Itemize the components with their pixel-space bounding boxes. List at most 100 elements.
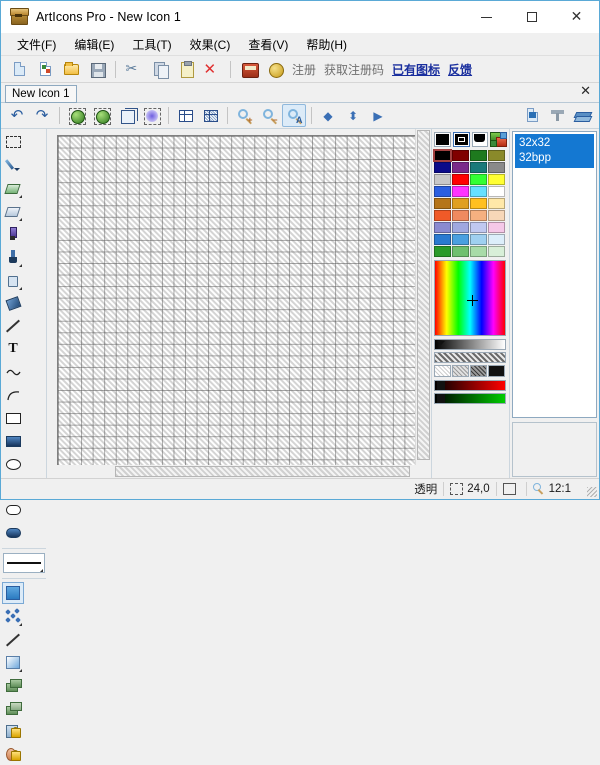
color-swatch[interactable] xyxy=(488,198,505,209)
menu-file[interactable]: 文件(F) xyxy=(8,34,65,55)
color-swatch[interactable] xyxy=(452,150,469,161)
minimize-button[interactable] xyxy=(464,1,509,33)
tool-color-fill[interactable] xyxy=(2,582,24,604)
color-swatch[interactable] xyxy=(452,186,469,197)
color-swatch[interactable] xyxy=(434,234,451,245)
color-mode-solid[interactable] xyxy=(434,132,451,147)
3d-view-button[interactable] xyxy=(114,104,138,127)
existing-icons-link[interactable]: 已有图标 xyxy=(389,61,443,78)
tool-pencil[interactable] xyxy=(2,154,24,176)
color-swatch[interactable] xyxy=(470,198,487,209)
tool-rounded-rect-filled[interactable] xyxy=(2,522,24,544)
color-swatch[interactable] xyxy=(434,210,451,221)
tool-paint-bucket[interactable] xyxy=(2,292,24,314)
close-document-icon[interactable]: ✕ xyxy=(580,85,591,99)
open-button[interactable] xyxy=(59,57,83,81)
save-image-button[interactable] xyxy=(520,104,544,127)
color-swatch[interactable] xyxy=(434,174,451,185)
pattern-solid-black[interactable] xyxy=(488,365,505,377)
feedback-link[interactable]: 反馈 xyxy=(445,61,475,78)
color-swatch[interactable] xyxy=(488,246,505,257)
menu-effects[interactable]: 效果(C) xyxy=(181,34,240,55)
color-swatch[interactable] xyxy=(488,210,505,221)
pan-horizontal-button[interactable]: ◆ xyxy=(316,104,340,127)
color-swatch[interactable] xyxy=(434,186,451,197)
fore-back-swatch-icon[interactable] xyxy=(490,132,508,147)
tool-eraser[interactable] xyxy=(2,200,24,222)
color-swatch[interactable] xyxy=(452,210,469,221)
menu-view[interactable]: 查看(V) xyxy=(239,34,297,55)
crop-button[interactable] xyxy=(545,104,569,127)
doc-tab-new-icon-1[interactable]: New Icon 1 xyxy=(5,84,77,103)
select-image-button[interactable] xyxy=(64,104,88,127)
transparency-grid[interactable] xyxy=(58,136,426,472)
register-button[interactable] xyxy=(237,57,261,81)
color-mode-gradient[interactable] xyxy=(471,132,489,147)
color-swatch[interactable] xyxy=(488,222,505,233)
pattern-dark[interactable] xyxy=(470,365,487,377)
tool-lock-color[interactable] xyxy=(2,743,24,765)
tool-wave[interactable] xyxy=(2,361,24,383)
get-code-label[interactable]: 获取注册码 xyxy=(321,61,387,78)
tool-brush[interactable] xyxy=(2,246,24,268)
zoom-fit-button[interactable]: A xyxy=(282,104,306,127)
tool-line[interactable] xyxy=(2,315,24,337)
close-button[interactable]: ✕ xyxy=(554,1,599,33)
copy-button[interactable] xyxy=(148,57,172,81)
new-icon-button[interactable] xyxy=(7,57,31,81)
tool-text[interactable]: T xyxy=(2,338,24,360)
color-swatch[interactable] xyxy=(470,246,487,257)
color-swatch[interactable] xyxy=(452,198,469,209)
color-swatch[interactable] xyxy=(452,222,469,233)
color-swatch[interactable] xyxy=(434,222,451,233)
pattern-gradient-bar[interactable] xyxy=(434,352,506,363)
tool-smudge[interactable] xyxy=(2,628,24,650)
color-swatch[interactable] xyxy=(488,162,505,173)
color-swatch[interactable] xyxy=(452,162,469,173)
color-mode-outline[interactable] xyxy=(452,132,470,147)
cut-button[interactable]: ✂ xyxy=(122,57,146,81)
color-swatch[interactable] xyxy=(470,222,487,233)
pattern-medium[interactable] xyxy=(452,365,469,377)
delete-button[interactable]: ✕ xyxy=(200,57,224,81)
tool-eraser-green[interactable] xyxy=(2,177,24,199)
icon-canvas[interactable] xyxy=(57,135,427,473)
tool-rectangle[interactable] xyxy=(2,407,24,429)
menu-tools[interactable]: 工具(T) xyxy=(123,34,180,55)
tool-rounded-rect[interactable] xyxy=(2,499,24,521)
color-swatch[interactable] xyxy=(488,234,505,245)
color-swatch[interactable] xyxy=(488,186,505,197)
icon-format-list[interactable]: 32x32 32bpp xyxy=(512,131,597,418)
soften-button[interactable] xyxy=(139,104,163,127)
color-swatch[interactable] xyxy=(488,174,505,185)
color-swatch[interactable] xyxy=(433,149,452,162)
layers-button[interactable] xyxy=(570,104,594,127)
line-width-selector[interactable] xyxy=(3,553,45,573)
grayscale-gradient-bar[interactable] xyxy=(434,339,506,350)
color-swatch[interactable] xyxy=(470,150,487,161)
tool-gradient[interactable] xyxy=(2,651,24,673)
help-medal-button[interactable] xyxy=(263,57,287,81)
tool-ellipse[interactable] xyxy=(2,453,24,475)
canvas-vertical-scrollbar[interactable] xyxy=(415,129,431,479)
zoom-out-button[interactable]: − xyxy=(257,104,281,127)
color-swatch[interactable] xyxy=(434,198,451,209)
pattern-light[interactable] xyxy=(434,365,451,377)
color-swatch[interactable] xyxy=(470,186,487,197)
tool-airbrush[interactable] xyxy=(2,269,24,291)
red-channel-slider[interactable] xyxy=(434,380,506,391)
tool-rectangular-select[interactable] xyxy=(2,131,24,153)
new-image-button[interactable] xyxy=(33,57,57,81)
canvas-area[interactable] xyxy=(47,129,431,479)
color-swatch[interactable] xyxy=(470,162,487,173)
resize-grip[interactable] xyxy=(587,487,597,497)
canvas-horizontal-scrollbar[interactable] xyxy=(47,465,431,479)
color-swatch[interactable] xyxy=(452,234,469,245)
tool-layer-paste[interactable] xyxy=(2,697,24,719)
grid-button[interactable] xyxy=(173,104,197,127)
pixel-grid-button[interactable] xyxy=(198,104,222,127)
register-label[interactable]: 注册 xyxy=(289,61,319,78)
zoom-in-button[interactable]: + xyxy=(232,104,256,127)
color-swatch[interactable] xyxy=(452,174,469,185)
color-palette[interactable] xyxy=(433,149,507,257)
